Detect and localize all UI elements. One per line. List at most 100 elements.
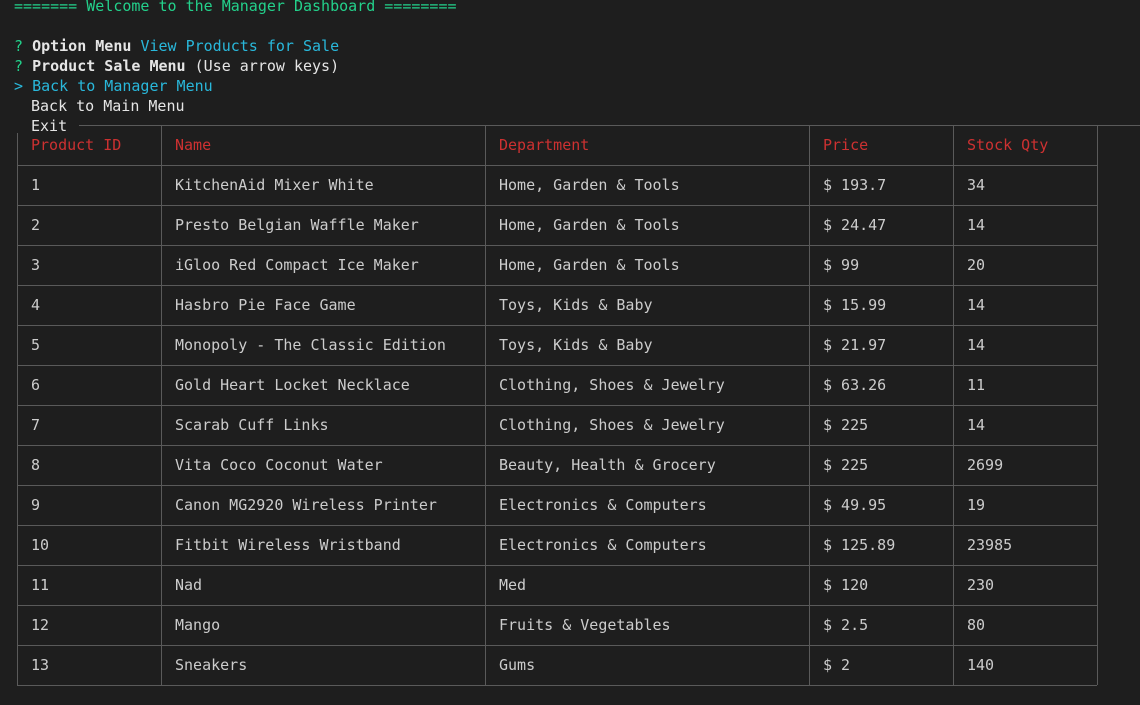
row-separator xyxy=(17,165,1097,166)
cell-stock-qty: 23985 xyxy=(967,536,1013,554)
column-header-name: Name xyxy=(175,136,212,154)
cell-stock-qty: 14 xyxy=(967,336,986,354)
prompt-label: Option Menu xyxy=(32,37,132,55)
cell-product-id: 9 xyxy=(31,496,41,514)
row-separator xyxy=(17,365,1097,366)
cell-product-id: 7 xyxy=(31,416,41,434)
prompt-hint: (Use arrow keys) xyxy=(194,57,340,75)
cell-price: $ 99 xyxy=(823,256,860,274)
cell-price: $ 2.5 xyxy=(823,616,869,634)
cell-department: Clothing, Shoes & Jewelry xyxy=(499,376,725,394)
cell-department: Fruits & Vegetables xyxy=(499,616,671,634)
question-mark-icon: ? xyxy=(14,37,24,55)
column-separator xyxy=(1097,125,1098,685)
menu-item-label: Back to Manager Menu xyxy=(32,77,213,95)
cell-name: Scarab Cuff Links xyxy=(175,416,329,434)
row-separator xyxy=(17,285,1097,286)
row-separator xyxy=(17,485,1097,486)
cell-product-id: 5 xyxy=(31,336,41,354)
cell-department: Home, Garden & Tools xyxy=(499,256,680,274)
cell-stock-qty: 14 xyxy=(967,216,986,234)
cell-department: Electronics & Computers xyxy=(499,496,707,514)
cell-product-id: 2 xyxy=(31,216,41,234)
cell-product-id: 13 xyxy=(31,656,50,674)
cell-price: $ 21.97 xyxy=(823,336,887,354)
question-mark-icon: ? xyxy=(14,57,24,75)
pointer-icon: > xyxy=(14,77,24,95)
cell-stock-qty: 34 xyxy=(967,176,986,194)
cell-name: Presto Belgian Waffle Maker xyxy=(175,216,419,234)
cell-name: Canon MG2920 Wireless Printer xyxy=(175,496,437,514)
cell-department: Gums xyxy=(499,656,536,674)
banner-title: ======= Welcome to the Manager Dashboard… xyxy=(14,0,457,15)
prompt-answer: View Products for Sale xyxy=(140,37,340,55)
cell-department: Clothing, Shoes & Jewelry xyxy=(499,416,725,434)
cell-name: Vita Coco Coconut Water xyxy=(175,456,383,474)
column-header-product-id: Product ID xyxy=(31,136,122,154)
cell-name: KitchenAid Mixer White xyxy=(175,176,374,194)
cell-price: $ 225 xyxy=(823,416,869,434)
cell-price: $ 63.26 xyxy=(823,376,887,394)
row-separator xyxy=(17,205,1097,206)
row-separator xyxy=(17,445,1097,446)
cell-stock-qty: 140 xyxy=(967,656,995,674)
row-separator xyxy=(17,565,1097,566)
cell-name: Nad xyxy=(175,576,203,594)
cell-stock-qty: 80 xyxy=(967,616,986,634)
row-separator xyxy=(17,605,1097,606)
cell-name: Hasbro Pie Face Game xyxy=(175,296,356,314)
cell-price: $ 120 xyxy=(823,576,869,594)
column-separator xyxy=(17,133,18,685)
cell-department: Toys, Kids & Baby xyxy=(499,296,653,314)
cell-price: $ 24.47 xyxy=(823,216,887,234)
cell-stock-qty: 20 xyxy=(967,256,986,274)
cell-product-id: 4 xyxy=(31,296,41,314)
cell-department: Electronics & Computers xyxy=(499,536,707,554)
row-separator xyxy=(17,245,1097,246)
table-bottom-border xyxy=(17,685,1097,686)
cell-stock-qty: 14 xyxy=(967,296,986,314)
cell-name: Sneakers xyxy=(175,656,248,674)
prompt-label: Product Sale Menu xyxy=(32,57,186,75)
cell-price: $ 2 xyxy=(823,656,851,674)
products-table: Product ID Name Department Price Stock Qty 1 K… xyxy=(17,125,1140,686)
row-separator xyxy=(17,645,1097,646)
cell-name: Monopoly - The Classic Edition xyxy=(175,336,446,354)
cell-price: $ 193.7 xyxy=(823,176,887,194)
cell-product-id: 6 xyxy=(31,376,41,394)
cell-name: Gold Heart Locket Necklace xyxy=(175,376,410,394)
cell-stock-qty: 230 xyxy=(967,576,995,594)
table-top-border xyxy=(79,125,1140,126)
column-header-stock-qty: Stock Qty xyxy=(967,136,1049,154)
cell-price: $ 225 xyxy=(823,456,869,474)
cell-price: $ 15.99 xyxy=(823,296,887,314)
option-menu-prompt: ? Option Menu View Products for Sale xyxy=(14,36,339,56)
cell-stock-qty: 2699 xyxy=(967,456,1004,474)
cell-product-id: 11 xyxy=(31,576,50,594)
cell-department: Toys, Kids & Baby xyxy=(499,336,653,354)
cell-product-id: 8 xyxy=(31,456,41,474)
cell-price: $ 125.89 xyxy=(823,536,896,554)
cell-name: Mango xyxy=(175,616,221,634)
cell-department: Home, Garden & Tools xyxy=(499,176,680,194)
cell-department: Med xyxy=(499,576,527,594)
cell-name: Fitbit Wireless Wristband xyxy=(175,536,401,554)
menu-item-back-to-main[interactable]: Back to Main Menu xyxy=(31,96,185,116)
column-header-department: Department xyxy=(499,136,590,154)
cell-product-id: 1 xyxy=(31,176,41,194)
product-sale-menu-prompt: ? Product Sale Menu (Use arrow keys) xyxy=(14,56,339,76)
cell-stock-qty: 14 xyxy=(967,416,986,434)
cell-product-id: 10 xyxy=(31,536,50,554)
cell-stock-qty: 11 xyxy=(967,376,986,394)
menu-item-back-to-manager[interactable]: > Back to Manager Menu xyxy=(14,76,213,96)
cell-price: $ 49.95 xyxy=(823,496,887,514)
row-separator xyxy=(17,325,1097,326)
cell-name: iGloo Red Compact Ice Maker xyxy=(175,256,419,274)
cell-product-id: 12 xyxy=(31,616,50,634)
column-header-price: Price xyxy=(823,136,869,154)
cell-product-id: 3 xyxy=(31,256,41,274)
cell-stock-qty: 19 xyxy=(967,496,986,514)
cell-department: Beauty, Health & Grocery xyxy=(499,456,716,474)
row-separator xyxy=(17,525,1097,526)
row-separator xyxy=(17,405,1097,406)
